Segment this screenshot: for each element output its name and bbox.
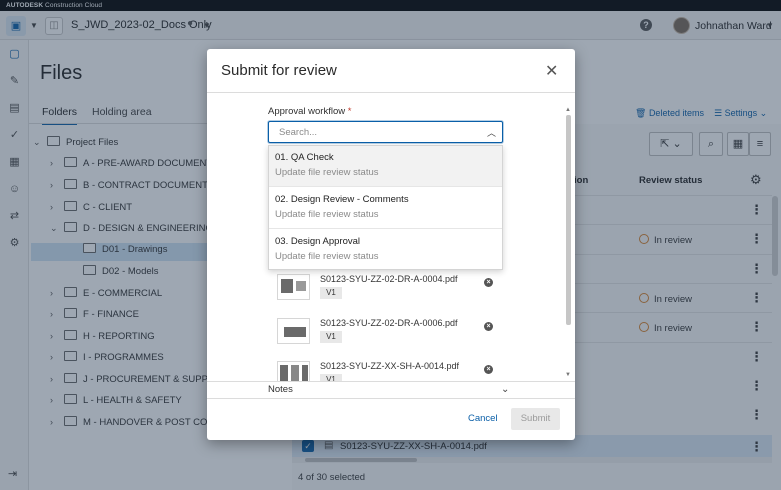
close-icon[interactable]: ✕ xyxy=(545,61,558,81)
workflow-option[interactable]: 03. Design Approval Update file review s… xyxy=(269,230,502,270)
workflow-option[interactable]: 02. Design Review - Comments Update file… xyxy=(269,188,502,228)
option-title: 02. Design Review - Comments xyxy=(275,194,409,205)
remove-file-icon[interactable]: × xyxy=(484,278,493,287)
option-subtitle: Update file review status xyxy=(275,209,379,220)
version-badge: V1 xyxy=(320,287,342,299)
file-thumbnail xyxy=(277,361,310,381)
chevron-down-icon[interactable]: ⌄ xyxy=(501,384,509,395)
workflow-search-field[interactable]: ︿ xyxy=(268,121,503,143)
notes-label[interactable]: Notes xyxy=(268,384,293,395)
file-thumbnail xyxy=(277,274,310,300)
attached-file: S0123-SYU-ZZ-02-DR-A-0006.pdf V1 × xyxy=(277,318,507,354)
file-name: S0123-SYU-ZZ-02-DR-A-0004.pdf xyxy=(320,274,458,284)
chevron-up-icon[interactable]: ︿ xyxy=(487,126,496,139)
cancel-button[interactable]: Cancel xyxy=(468,413,498,424)
approval-workflow-label: Approval workflow * xyxy=(268,106,351,117)
scroll-up-icon[interactable]: ▲ xyxy=(565,107,571,113)
required-mark: * xyxy=(347,106,352,117)
workflow-option[interactable]: 01. QA Check Update file review status xyxy=(269,146,502,186)
file-thumbnail xyxy=(277,318,310,344)
attached-file: S0123-SYU-ZZ-02-DR-A-0004.pdf V1 × xyxy=(277,274,507,310)
option-divider xyxy=(269,186,502,187)
option-divider xyxy=(269,228,502,229)
file-name: S0123-SYU-ZZ-XX-SH-A-0014.pdf xyxy=(320,361,460,371)
option-title: 01. QA Check xyxy=(275,152,334,163)
option-subtitle: Update file review status xyxy=(275,167,379,178)
submit-button[interactable]: Submit xyxy=(511,408,560,430)
remove-file-icon[interactable]: × xyxy=(484,322,493,331)
option-subtitle: Update file review status xyxy=(275,251,379,262)
notes-divider xyxy=(207,381,575,382)
version-badge: V1 xyxy=(320,331,342,343)
remove-file-icon[interactable]: × xyxy=(484,365,493,374)
dialog-title: Submit for review xyxy=(221,62,337,79)
workflow-search-input[interactable] xyxy=(279,125,469,139)
option-title: 03. Design Approval xyxy=(275,236,361,247)
approval-workflow-text: Approval workflow xyxy=(268,106,346,117)
version-badge: V1 xyxy=(320,374,342,381)
scroll-down-icon[interactable]: ▼ xyxy=(565,372,571,378)
attached-file: S0123-SYU-ZZ-XX-SH-A-0014.pdf V1 × xyxy=(277,361,507,381)
dialog-scrollbar-thumb[interactable] xyxy=(566,115,571,325)
footer-divider xyxy=(207,398,575,399)
file-name: S0123-SYU-ZZ-02-DR-A-0006.pdf xyxy=(320,318,458,328)
dialog-divider xyxy=(207,92,575,93)
submit-for-review-dialog: Submit for review ✕ ▲ ▼ Approval workflo… xyxy=(207,49,575,440)
workflow-dropdown: 01. QA Check Update file review status 0… xyxy=(268,145,503,270)
